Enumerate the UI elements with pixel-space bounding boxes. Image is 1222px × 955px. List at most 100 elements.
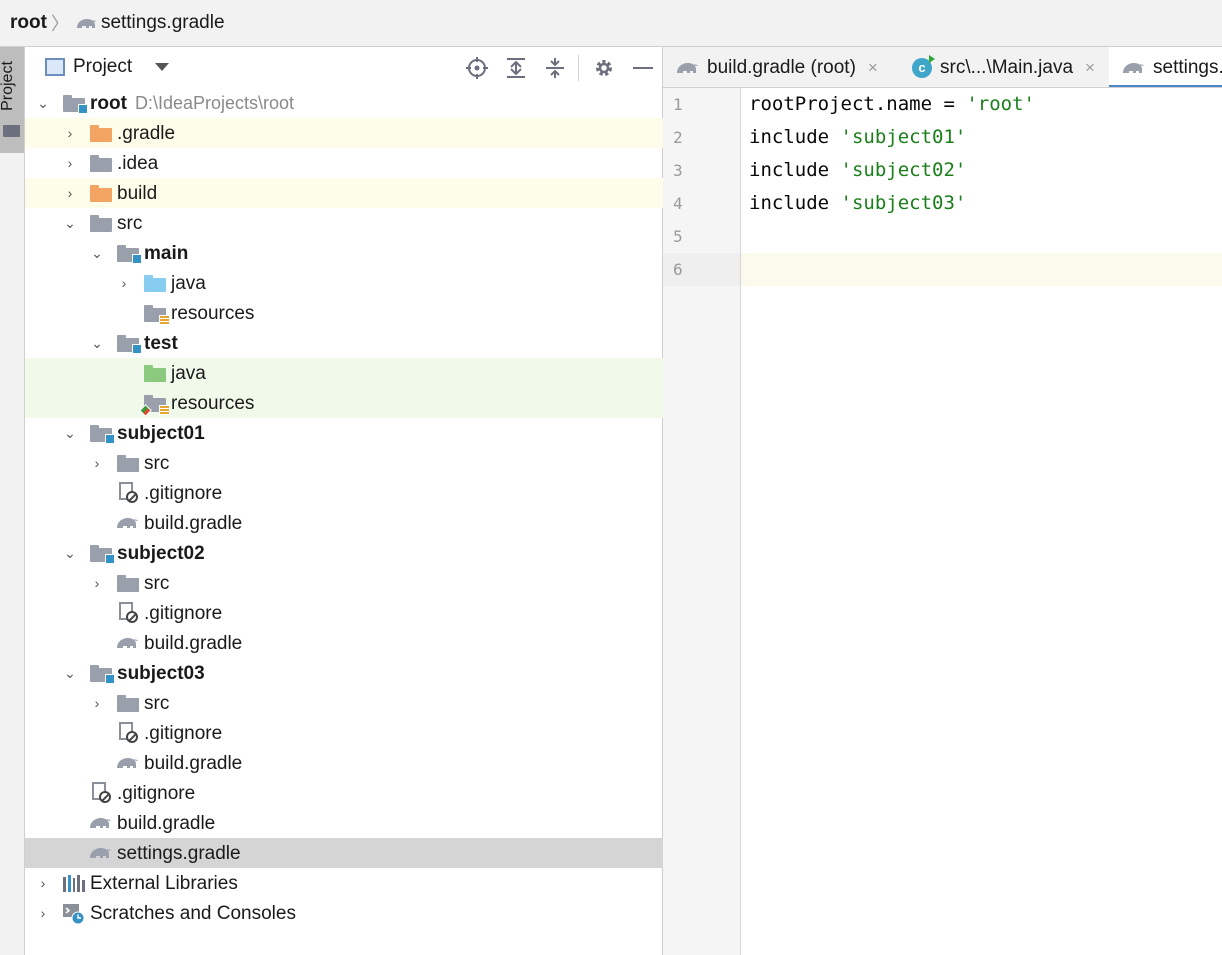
tree-row-subject01-src[interactable]: › src	[25, 448, 663, 478]
close-icon[interactable]: ×	[868, 58, 878, 78]
chevron-down-icon[interactable]: ⌄	[62, 538, 78, 568]
chevron-right-icon[interactable]: ›	[62, 178, 78, 208]
chevron-right-icon[interactable]: ›	[62, 148, 78, 178]
tree-row-subject03-gitignore[interactable]: .gitignore	[25, 718, 663, 748]
tree-label: build.gradle	[144, 633, 243, 654]
code-line[interactable]: include 'subject03'	[749, 187, 966, 220]
project-path: D:\IdeaProjects\root	[134, 93, 295, 113]
tree-label: src	[144, 453, 170, 474]
line-number: 5	[673, 227, 683, 246]
tree-row-settings-gradle[interactable]: settings.gradle	[25, 838, 663, 868]
chevron-down-icon[interactable]: ⌄	[62, 658, 78, 688]
folder-icon	[90, 155, 112, 172]
tree-row-src[interactable]: ⌄ src	[25, 208, 663, 238]
tree-row-subject01-build-gradle[interactable]: build.gradle	[25, 508, 663, 538]
excluded-folder-icon	[90, 125, 112, 142]
gear-icon[interactable]	[591, 55, 617, 81]
code-line[interactable]: include 'subject02'	[749, 154, 966, 187]
tree-label: root	[90, 93, 127, 114]
libraries-icon	[63, 875, 85, 892]
code-string: 'subject02'	[840, 159, 967, 181]
code-text: include	[749, 126, 841, 148]
folder-icon	[3, 125, 20, 137]
tree-row-subject02[interactable]: ⌄ subject02	[25, 538, 663, 568]
chevron-down-icon[interactable]: ⌄	[62, 208, 78, 238]
tree-row-root-gitignore[interactable]: .gitignore	[25, 778, 663, 808]
tree-row-root-build-gradle[interactable]: build.gradle	[25, 808, 663, 838]
toolbar-divider	[578, 55, 579, 81]
module-folder-icon	[90, 425, 115, 444]
tree-row-test-java[interactable]: java	[25, 358, 663, 388]
tree-label: subject02	[117, 543, 205, 564]
chevron-down-icon[interactable]	[155, 63, 169, 71]
code-text: include	[749, 192, 841, 214]
breadcrumb-separator-icon: 〉	[50, 14, 69, 34]
tree-row-subject03-src[interactable]: › src	[25, 688, 663, 718]
code-text: rootProject.name =	[749, 93, 967, 115]
code-editor[interactable]: rootProject.name = 'root' include 'subje…	[741, 88, 1222, 955]
chevron-right-icon[interactable]: ›	[62, 118, 78, 148]
close-icon[interactable]: ×	[1085, 58, 1095, 78]
line-number: 2	[673, 128, 683, 147]
tree-row-idea[interactable]: › .idea	[25, 148, 663, 178]
tree-row-subject02-build-gradle[interactable]: build.gradle	[25, 628, 663, 658]
java-class-icon: c	[912, 54, 935, 78]
tree-row-subject03-build-gradle[interactable]: build.gradle	[25, 748, 663, 778]
chevron-right-icon[interactable]: ›	[89, 568, 105, 598]
project-tool-window-tab[interactable]: Project	[0, 47, 24, 153]
chevron-down-icon[interactable]: ⌄	[89, 238, 105, 268]
editor-area: build.gradle (root) × c src\...\Main.jav…	[663, 47, 1222, 955]
tree-label: .gitignore	[117, 783, 196, 804]
gitignore-file-icon	[92, 782, 111, 804]
tree-label: java	[171, 363, 206, 384]
tree-row-main-java[interactable]: › java	[25, 268, 663, 298]
chevron-down-icon[interactable]: ⌄	[89, 328, 105, 358]
tree-row-main-resources[interactable]: resources	[25, 298, 663, 328]
chevron-right-icon[interactable]: ›	[35, 868, 51, 898]
navigation-bar: root 〉 settings.gradle	[0, 0, 1222, 47]
line-number: 1	[673, 95, 683, 114]
gitignore-file-icon	[119, 722, 138, 744]
module-folder-icon	[117, 335, 142, 354]
chevron-down-icon[interactable]: ⌄	[35, 88, 51, 118]
tab-settings-gradle[interactable]: settings.gradle	[1109, 47, 1222, 87]
locate-icon[interactable]	[464, 55, 490, 81]
tree-label: .idea	[117, 153, 159, 174]
tab-main-java[interactable]: c src\...\Main.java ×	[912, 47, 1095, 87]
gradle-icon	[76, 18, 96, 28]
tree-row-scratches[interactable]: › Scratches and Consoles	[25, 898, 663, 928]
tab-build-gradle-root[interactable]: build.gradle (root) ×	[675, 47, 878, 87]
chevron-right-icon[interactable]: ›	[89, 448, 105, 478]
chevron-down-icon[interactable]: ⌄	[62, 418, 78, 448]
tree-row-subject03[interactable]: ⌄ subject03	[25, 658, 663, 688]
chevron-right-icon[interactable]: ›	[116, 268, 132, 298]
excluded-folder-icon	[90, 185, 112, 202]
tree-row-subject01-gitignore[interactable]: .gitignore	[25, 478, 663, 508]
tree-row-build[interactable]: › build	[25, 178, 663, 208]
code-line[interactable]: include 'subject01'	[749, 121, 966, 154]
tree-row-test[interactable]: ⌄ test	[25, 328, 663, 358]
chevron-right-icon[interactable]: ›	[35, 898, 51, 928]
project-view-selector[interactable]: Project	[73, 56, 132, 78]
minimize-icon[interactable]	[630, 55, 656, 81]
tree-row-subject02-gitignore[interactable]: .gitignore	[25, 598, 663, 628]
tree-label: build.gradle	[144, 753, 243, 774]
tree-row-test-resources[interactable]: resources	[25, 388, 663, 418]
tree-row-subject01[interactable]: ⌄ subject01	[25, 418, 663, 448]
tree-label: .gitignore	[144, 723, 223, 744]
breadcrumb-file[interactable]: settings.gradle	[101, 12, 225, 34]
tree-row-external-libraries[interactable]: › External Libraries	[25, 868, 663, 898]
collapse-all-icon[interactable]	[542, 55, 568, 81]
gitignore-file-icon	[119, 602, 138, 624]
expand-all-icon[interactable]	[503, 55, 529, 81]
gradle-icon	[117, 518, 138, 528]
tree-row-subject02-src[interactable]: › src	[25, 568, 663, 598]
tree-row-root[interactable]: ⌄ root D:\IdeaProjects\root	[25, 88, 663, 118]
project-view-icon	[45, 58, 65, 76]
chevron-right-icon[interactable]: ›	[89, 688, 105, 718]
code-line[interactable]: rootProject.name = 'root'	[749, 88, 1035, 121]
gradle-icon	[117, 758, 138, 768]
tree-row-main[interactable]: ⌄ main	[25, 238, 663, 268]
breadcrumb-root[interactable]: root	[10, 12, 47, 34]
tree-row-gradle-dir[interactable]: › .gradle	[25, 118, 663, 148]
